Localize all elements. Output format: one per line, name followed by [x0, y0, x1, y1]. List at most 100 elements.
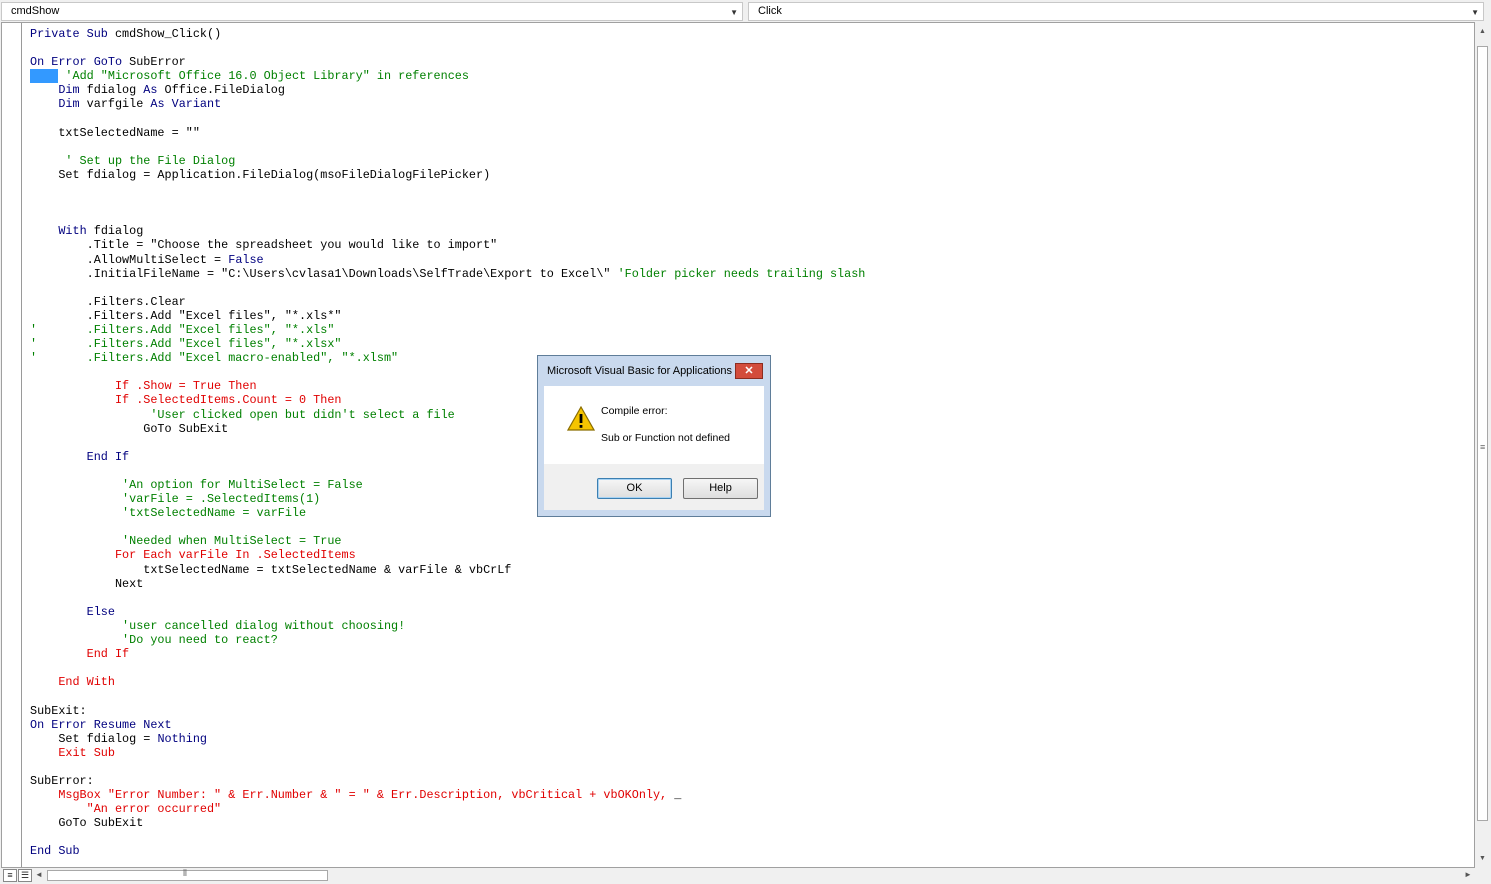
help-button[interactable]: Help [683, 478, 758, 499]
code-token: 'user cancelled dialog without choosing! [30, 618, 406, 633]
code-line[interactable]: Dim varfgile As Variant [30, 97, 1474, 111]
code-line[interactable]: ' .Filters.Add "Excel files", "*.xlsx" [30, 337, 1474, 351]
code-token: If .Show = True Then [30, 379, 257, 394]
code-token: txtSelectedName = "" [30, 125, 200, 140]
full-module-view-button[interactable]: ☰ [18, 869, 32, 882]
code-token: .Filters.Clear [30, 294, 186, 309]
dialog-footer: OK Help [544, 464, 764, 510]
code-line[interactable]: .InitialFileName = "C:\Users\cvlasa1\Dow… [30, 267, 1474, 281]
code-line[interactable]: Dim fdialog As Office.FileDialog [30, 83, 1474, 97]
code-token: Else [86, 604, 115, 619]
scroll-right-icon[interactable]: ► [1464, 870, 1472, 879]
code-token: Nothing [157, 731, 207, 746]
code-line[interactable] [30, 760, 1474, 774]
code-line[interactable] [30, 830, 1474, 844]
code-line[interactable]: Set fdialog = Application.FileDialog(mso… [30, 168, 1474, 182]
code-line[interactable]: For Each varFile In .SelectedItems [30, 548, 1474, 562]
code-line[interactable]: 'Needed when MultiSelect = True [30, 534, 1474, 548]
scroll-down-icon[interactable]: ▼ [1475, 852, 1490, 866]
code-line[interactable]: 'user cancelled dialog without choosing! [30, 619, 1474, 633]
error-detail: Sub or Function not defined [601, 432, 731, 444]
code-line[interactable]: End Sub [30, 844, 1474, 858]
code-token: Set fdialog = [30, 731, 158, 746]
code-token: 'Needed when MultiSelect = True [30, 534, 342, 549]
close-icon[interactable]: ✕ [735, 363, 763, 379]
code-token: MsgBox "Error Number: " & Err.Number & "… [30, 788, 675, 803]
code-line[interactable] [30, 661, 1474, 675]
code-token: End With [30, 675, 115, 690]
code-line[interactable]: txtSelectedName = txtSelectedName & varF… [30, 563, 1474, 577]
dialog-title: Microsoft Visual Basic for Applications [547, 365, 733, 377]
code-line[interactable] [30, 281, 1474, 295]
scroll-up-icon[interactable]: ▲ [1475, 25, 1490, 39]
horizontal-scroll-thumb[interactable]: ⦀ [47, 868, 328, 881]
code-token: False [228, 252, 264, 267]
code-line[interactable]: "An error occurred" [30, 802, 1474, 816]
code-token: 'varFile = .SelectedItems(1) [30, 492, 321, 507]
code-token: _ [674, 788, 682, 803]
code-token: fdialog [93, 224, 144, 239]
code-line[interactable] [30, 182, 1474, 196]
code-line[interactable]: Exit Sub [30, 746, 1474, 760]
code-line[interactable]: .AllowMultiSelect = False [30, 253, 1474, 267]
code-token: Exit Sub [30, 745, 115, 760]
code-line[interactable]: Private Sub cmdShow_Click() [30, 27, 1474, 41]
code-line[interactable]: 'Do you need to react? [30, 633, 1474, 647]
code-line[interactable]: GoTo SubExit [30, 816, 1474, 830]
code-line[interactable]: SubError: [30, 774, 1474, 788]
chevron-down-icon[interactable]: ▼ [730, 8, 738, 17]
code-line[interactable]: SubExit: [30, 704, 1474, 718]
code-token: Dim [58, 97, 87, 112]
vertical-scrollbar[interactable]: ▲ ≡ ▼ [1475, 22, 1490, 868]
code-token: GoTo SubExit [30, 816, 144, 831]
code-line[interactable] [30, 112, 1474, 126]
scroll-left-icon[interactable]: ◄ [35, 870, 43, 879]
code-line[interactable] [30, 210, 1474, 224]
ok-button[interactable]: OK [597, 478, 672, 499]
code-line[interactable]: MsgBox "Error Number: " & Err.Number & "… [30, 788, 1474, 802]
code-token: 'txtSelectedName = varFile [30, 506, 307, 521]
code-line[interactable]: .Title = "Choose the spreadsheet you wou… [30, 238, 1474, 252]
code-line[interactable] [30, 196, 1474, 210]
horizontal-bar: ≡ ☰ ◄ ⦀ ► [0, 868, 1491, 884]
code-token: SubExit: [30, 703, 87, 718]
code-line[interactable]: 'Add "Microsoft Office 16.0 Object Libra… [30, 69, 1474, 84]
procedure-view-button[interactable]: ≡ [3, 869, 17, 882]
code-line[interactable] [30, 140, 1474, 154]
code-line[interactable]: On Error Resume Next [30, 718, 1474, 732]
code-line[interactable]: With fdialog [30, 224, 1474, 238]
procedure-dropdown[interactable]: Click ▼ [748, 2, 1484, 21]
code-line[interactable]: txtSelectedName = "" [30, 126, 1474, 140]
code-line[interactable]: ' Set up the File Dialog [30, 154, 1474, 168]
chevron-down-icon[interactable]: ▼ [1471, 8, 1479, 17]
object-dropdown[interactable]: cmdShow ▼ [1, 2, 743, 21]
code-line[interactable] [30, 41, 1474, 55]
code-line[interactable]: End With [30, 675, 1474, 689]
grip-icon: ≡ [1480, 442, 1486, 452]
code-token: On Error Resume Next [30, 717, 172, 732]
code-token: ' .Filters.Add "Excel macro-enabled", "*… [30, 351, 399, 366]
code-line[interactable]: Else [30, 605, 1474, 619]
code-line[interactable] [30, 689, 1474, 703]
code-token: 'User clicked open but didn't select a f… [30, 407, 455, 422]
code-line[interactable]: .Filters.Add "Excel files", "*.xls*" [30, 309, 1474, 323]
code-token: 'Add "Microsoft Office 16.0 Object Libra… [58, 69, 469, 84]
code-line[interactable] [30, 591, 1474, 605]
code-token: 'An option for MultiSelect = False [30, 478, 363, 492]
code-token: txtSelectedName = txtSelectedName & varF… [30, 562, 512, 577]
object-dropdown-value: cmdShow [11, 5, 60, 17]
code-line[interactable]: On Error GoTo SubError [30, 55, 1474, 69]
vertical-scroll-thumb[interactable]: ≡ [1477, 46, 1488, 821]
code-line[interactable]: End If [30, 647, 1474, 661]
code-token: Next [30, 576, 144, 591]
code-line[interactable] [30, 520, 1474, 534]
code-line[interactable]: Set fdialog = Nothing [30, 732, 1474, 746]
margin-indicator-bar[interactable] [2, 23, 22, 867]
code-token: cmdShow_Click() [114, 27, 222, 41]
code-line[interactable]: Next [30, 577, 1474, 591]
code-line[interactable]: ' .Filters.Add "Excel files", "*.xls" [30, 323, 1474, 337]
grip-icon: ⦀ [183, 868, 187, 878]
code-line[interactable]: .Filters.Clear [30, 295, 1474, 309]
